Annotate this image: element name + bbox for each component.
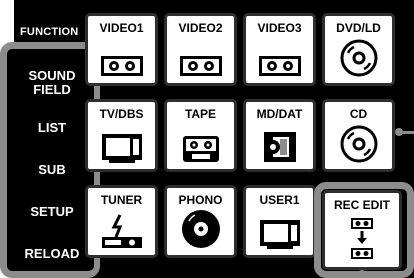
sound-field-button[interactable]: SOUND FIELD: [11, 69, 93, 97]
tuner-icon: [101, 214, 142, 248]
phono-label: PHONO: [178, 193, 223, 207]
reload-button[interactable]: RELOAD: [11, 247, 93, 261]
video2-label: VIDEO2: [178, 21, 223, 35]
tv-icon: [101, 134, 142, 163]
tape-button[interactable]: TAPE: [164, 99, 237, 172]
reload-label: RELOAD: [24, 246, 80, 261]
sound-field-label-line2: FIELD: [33, 82, 71, 97]
tape-label: TAPE: [184, 107, 217, 121]
list-label: LIST: [37, 120, 67, 135]
video3-button[interactable]: VIDEO3: [243, 13, 316, 86]
dvd-ld-button[interactable]: DVD/LD: [322, 13, 395, 86]
rec-edit-highlight-frame: [314, 182, 414, 278]
cassette-icon: [100, 56, 143, 76]
cd-callout-dot: [395, 128, 403, 136]
record-icon: [181, 210, 220, 248]
md-dat-button[interactable]: MD/DAT: [243, 99, 316, 172]
md-dat-label: MD/DAT: [256, 107, 303, 121]
disc-icon: [340, 39, 377, 77]
tv-icon: [259, 220, 300, 249]
tuner-button[interactable]: TUNER: [85, 185, 158, 258]
list-button[interactable]: LIST: [11, 121, 93, 135]
rec-edit-callout-dot: [358, 270, 366, 278]
phono-button[interactable]: PHONO: [164, 185, 237, 258]
tv-dbs-button[interactable]: TV/DBS: [85, 99, 158, 172]
disc-icon: [340, 125, 377, 163]
function-label: FUNCTION: [20, 26, 79, 38]
user1-button[interactable]: USER1: [243, 185, 316, 258]
sound-field-label-line1: SOUND: [28, 68, 76, 83]
sub-button[interactable]: SUB: [11, 163, 93, 177]
setup-button[interactable]: SETUP: [11, 205, 93, 219]
sub-label: SUB: [38, 162, 66, 177]
tuner-label: TUNER: [100, 193, 143, 207]
cassette-icon: [258, 56, 301, 76]
tape-icon: [182, 136, 219, 162]
tv-dbs-label: TV/DBS: [99, 107, 144, 121]
video1-button[interactable]: VIDEO1: [85, 13, 158, 86]
touch-panel-screen: FUNCTION SOUND FIELD LIST SUB SETUP RELO…: [0, 0, 414, 278]
cassette-icon: [179, 56, 222, 76]
video1-label: VIDEO1: [99, 21, 144, 35]
video2-button[interactable]: VIDEO2: [164, 13, 237, 86]
setup-label: SETUP: [30, 204, 74, 219]
user1-label: USER1: [259, 193, 300, 207]
minidisc-icon: [263, 132, 296, 162]
video3-label: VIDEO3: [257, 21, 302, 35]
cd-label: CD: [349, 107, 368, 121]
dvd-ld-label: DVD/LD: [336, 21, 381, 35]
cd-button[interactable]: CD: [322, 99, 395, 172]
